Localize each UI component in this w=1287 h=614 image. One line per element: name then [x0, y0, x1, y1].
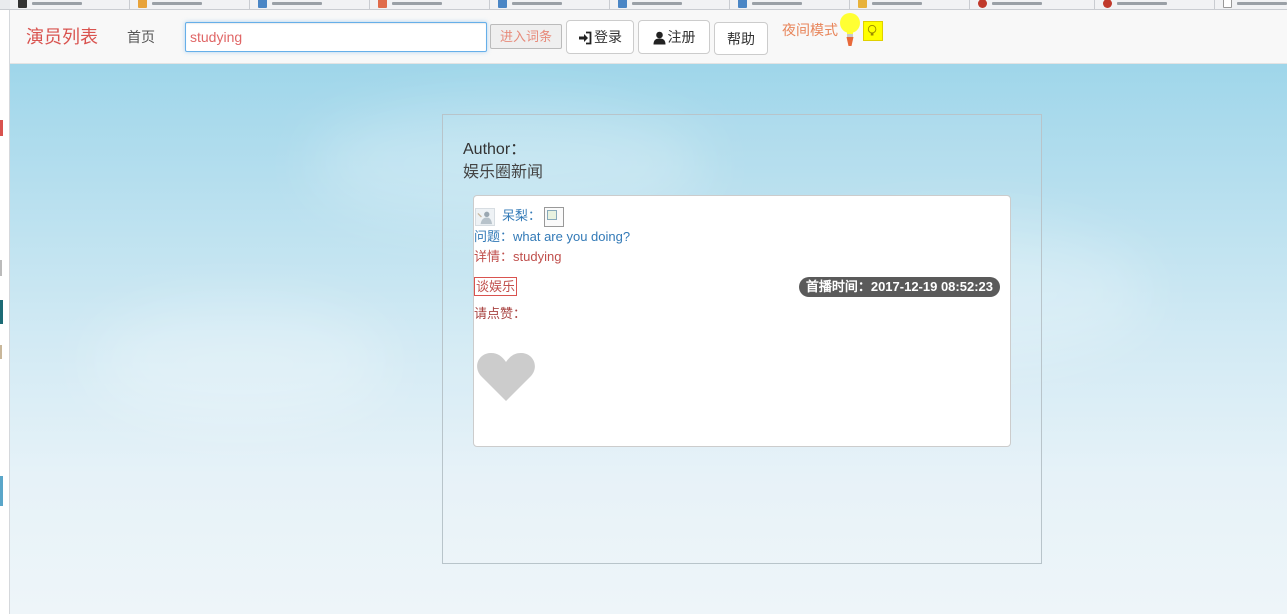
tab-favicon-icon — [858, 0, 867, 8]
like-label: 请点赞： — [474, 306, 527, 321]
tab-favicon-icon — [258, 0, 267, 8]
browser-tab[interactable] — [370, 0, 490, 9]
browser-tab[interactable] — [490, 0, 610, 9]
user-icon — [653, 31, 665, 45]
navbar: 演员列表 首页 进入词条 登录 注册 帮助 夜间模式 — [10, 10, 1287, 64]
search-input[interactable] — [185, 22, 487, 52]
tab-favicon-icon — [138, 0, 147, 8]
browser-tab[interactable] — [610, 0, 730, 9]
left-gutter — [0, 10, 10, 614]
login-button[interactable]: 登录 — [566, 20, 634, 54]
enter-entry-button[interactable]: 进入词条 — [490, 24, 562, 49]
tab-favicon-icon — [738, 0, 747, 8]
broken-image — [544, 207, 564, 227]
tab-favicon-icon — [1223, 0, 1232, 8]
author-name: 娱乐圈新闻 — [463, 164, 544, 181]
help-button[interactable]: 帮助 — [714, 22, 768, 55]
author-label: Author： — [463, 141, 527, 158]
browser-tab[interactable] — [10, 0, 130, 9]
home-link[interactable]: 首页 — [127, 28, 155, 46]
tab-favicon-icon — [378, 0, 387, 8]
login-arrow-icon — [579, 31, 592, 45]
browser-tab[interactable] — [730, 0, 850, 9]
premiere-time-badge: 首播时间：2017-12-19 08:52:23 — [798, 277, 1000, 297]
news-card: 呆梨： 问题：what are you doing? 详情：studying 谈… — [473, 195, 1011, 447]
brand-link[interactable]: 演员列表 — [26, 26, 98, 48]
browser-tab[interactable] — [130, 0, 250, 9]
avatar — [475, 208, 495, 226]
tab-favicon-icon — [618, 0, 627, 8]
tab-favicon-icon — [18, 0, 27, 8]
detail-text: 详情：studying — [474, 249, 562, 264]
small-lightbulb-icon[interactable] — [863, 21, 883, 41]
browser-tab[interactable] — [1215, 0, 1287, 9]
category-tag[interactable]: 谈娱乐 — [474, 277, 518, 296]
register-label: 注册 — [667, 29, 696, 45]
browser-tab[interactable] — [250, 0, 370, 9]
tab-favicon-icon — [498, 0, 507, 8]
author-panel: Author： 娱乐圈新闻 呆梨： 问题：what are you doing?… — [442, 114, 1042, 564]
lightbulb-icon[interactable] — [839, 12, 861, 48]
browser-tab[interactable] — [850, 0, 970, 9]
browser-tab[interactable] — [1095, 0, 1215, 9]
browser-tab[interactable] — [970, 0, 1095, 9]
login-label: 登录 — [594, 29, 622, 45]
poster-name[interactable]: 呆梨： — [502, 208, 541, 224]
tab-favicon-icon — [1103, 0, 1112, 8]
register-button[interactable]: 注册 — [638, 20, 710, 54]
question-text[interactable]: 问题：what are you doing? — [474, 229, 630, 245]
night-mode-label[interactable]: 夜间模式 — [782, 20, 838, 40]
heart-icon[interactable] — [476, 351, 536, 403]
tab-favicon-icon — [978, 0, 987, 8]
browser-tab-strip — [0, 0, 1287, 10]
